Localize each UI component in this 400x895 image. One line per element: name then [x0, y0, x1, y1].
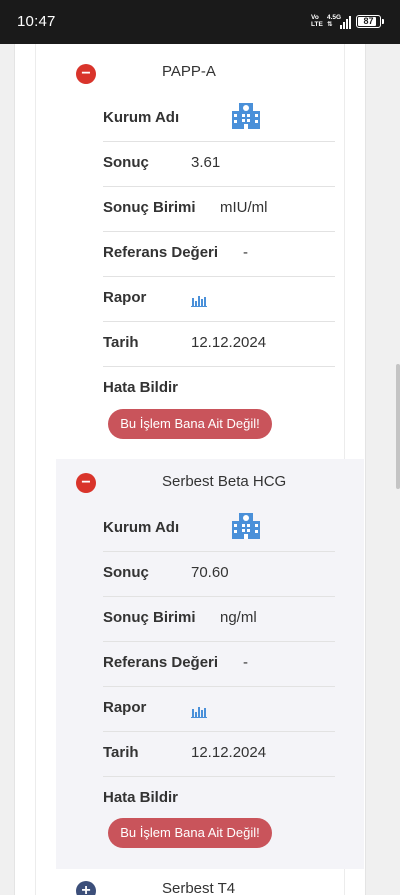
row-rapor: Rapor: [103, 687, 335, 732]
network-speed-indicator: 4.5G ⇅: [327, 14, 342, 28]
status-bar: 10:47 Vo LTE 4.5G ⇅ 87: [0, 0, 400, 44]
section-header[interactable]: − PAPP-A: [56, 44, 364, 100]
section-title: Serbest T4: [162, 880, 236, 895]
hospital-icon[interactable]: [231, 101, 261, 131]
scrollbar[interactable]: [396, 364, 400, 489]
test-section-papp-a: − PAPP-A Kurum Adı Sonuç 3.61 Sonuç Biri…: [56, 44, 364, 459]
row-referans-degeri: Referans Değeri -: [103, 642, 335, 687]
section-title: Serbest Beta HCG: [162, 473, 287, 490]
birim-value: mIU/ml: [220, 199, 268, 216]
tarih-value: 12.12.2024: [191, 744, 267, 761]
row-hata-bildir: Hata Bildir: [103, 789, 179, 806]
referans-value: -: [243, 654, 248, 671]
row-sonuc-birimi: Sonuç Birimi ng/ml: [103, 597, 335, 642]
battery-level: 87: [363, 16, 374, 26]
page: − PAPP-A Kurum Adı Sonuç 3.61 Sonuç Biri…: [0, 44, 400, 895]
signal-icon: [340, 15, 354, 29]
report-error-button[interactable]: Bu İşlem Bana Ait Değil!: [108, 818, 272, 848]
row-tarih: Tarih 12.12.2024: [103, 732, 335, 777]
collapse-icon[interactable]: −: [76, 473, 96, 493]
row-kurum-adi: Kurum Adı: [103, 97, 335, 142]
test-section-serbest-t4: + Serbest T4: [56, 869, 364, 895]
sonuc-value: 3.61: [191, 154, 221, 171]
test-section-serbest-beta-hcg: − Serbest Beta HCG Kurum Adı Sonuç 70.60…: [56, 459, 364, 869]
row-referans-degeri: Referans Değeri -: [103, 232, 335, 277]
hospital-icon[interactable]: [231, 511, 261, 541]
referans-value: -: [243, 244, 248, 261]
clock: 10:47: [17, 13, 56, 30]
battery-icon: 87: [356, 15, 384, 28]
volte-indicator: Vo LTE: [311, 14, 323, 28]
row-hata-bildir: Hata Bildir: [103, 379, 179, 396]
report-error-button[interactable]: Bu İşlem Bana Ait Değil!: [108, 409, 272, 439]
bar-chart-icon[interactable]: [191, 293, 207, 307]
row-rapor: Rapor: [103, 277, 335, 322]
row-kurum-adi: Kurum Adı: [103, 507, 335, 552]
row-sonuc: Sonuç 3.61: [103, 142, 335, 187]
section-header[interactable]: + Serbest T4: [56, 869, 364, 895]
expand-icon[interactable]: +: [76, 881, 96, 895]
row-sonuc-birimi: Sonuç Birimi mIU/ml: [103, 187, 335, 232]
row-tarih: Tarih 12.12.2024: [103, 322, 335, 367]
collapse-icon[interactable]: −: [76, 64, 96, 84]
sonuc-value: 70.60: [191, 564, 229, 581]
section-title: PAPP-A: [162, 63, 216, 80]
tarih-value: 12.12.2024: [191, 334, 267, 351]
birim-value: ng/ml: [220, 609, 257, 626]
row-sonuc: Sonuç 70.60: [103, 552, 335, 597]
bar-chart-icon[interactable]: [191, 704, 207, 718]
